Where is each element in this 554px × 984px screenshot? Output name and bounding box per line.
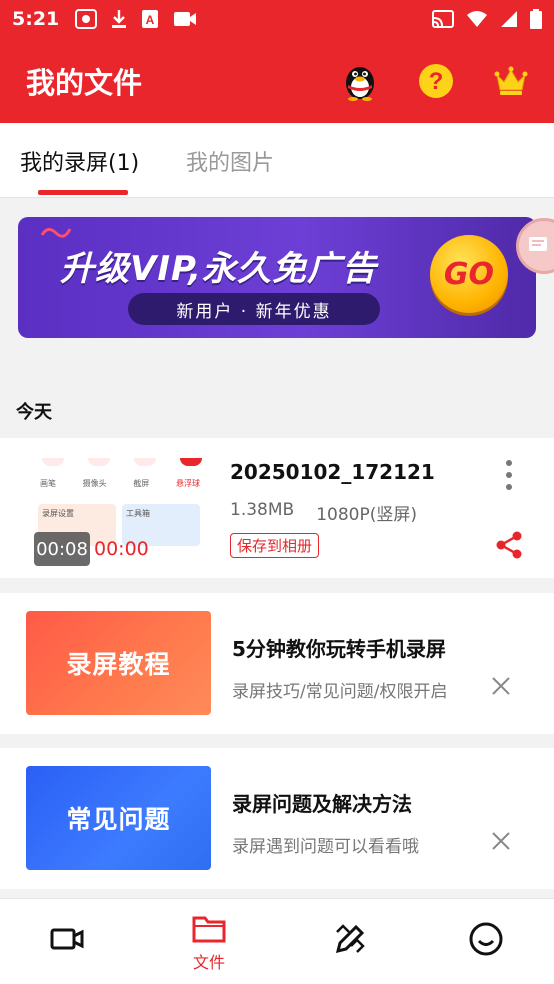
nav-profile[interactable] [456,911,516,977]
faq-card[interactable]: 常见问题 录屏问题及解决方法 录屏遇到问题可以看看哦 [0,748,554,889]
svg-text:?: ? [429,68,444,95]
record-icon [75,9,98,29]
a-icon: A [142,10,159,28]
nav-files-label: 文件 [192,953,225,972]
help-icon[interactable]: ? [418,63,454,99]
recording-timer: 00:00 [94,538,149,560]
tutorial-subtitle: 录屏技巧/常见问题/权限开启 [232,682,448,702]
vip-banner[interactable]: 升级VIP,永久免广告 新用户 · 新年优惠 GO [18,217,536,338]
recording-duration: 00:08 [34,532,90,566]
floating-ball[interactable] [516,218,554,274]
nav-tools[interactable] [320,911,380,977]
share-icon[interactable] [494,530,524,560]
save-to-album-button[interactable]: 保存到相册 [230,533,320,558]
status-icons: A [75,9,197,29]
qq-penguin-icon[interactable] [342,61,378,101]
recording-card[interactable]: 画笔 摄像头 截屏 悬浮球 录屏设置 工具箱 00:08 00:00 20250… [0,438,554,578]
banner-subtitle: 新用户 · 新年优惠 [128,293,380,325]
wifi-icon [467,11,487,27]
page-title: 我的文件 [26,65,143,100]
edit-tools-icon [335,924,365,954]
tab-my-images[interactable]: 我的图片 [186,145,274,177]
close-icon[interactable] [490,830,512,852]
faq-image: 常见问题 [26,766,211,870]
more-options-icon[interactable] [498,460,520,490]
floating-ball-icon [529,237,547,251]
crown-icon[interactable] [494,66,528,96]
video-camera-icon [50,928,84,950]
smile-icon [469,922,503,956]
battery-icon [530,9,542,29]
recording-thumbnail[interactable]: 画笔 摄像头 截屏 悬浮球 录屏设置 工具箱 00:08 00:00 [30,452,202,566]
signal-icon [501,11,517,27]
recording-resolution: 1080P(竖屏) [316,505,417,525]
close-icon[interactable] [490,675,512,697]
cast-icon [432,10,454,28]
app-bar: 我的文件 ? [0,38,554,123]
tutorial-card[interactable]: 录屏教程 5分钟教你玩转手机录屏 录屏技巧/常见问题/权限开启 [0,593,554,734]
thumb-labels: 画笔 摄像头 截屏 悬浮球 [40,479,200,488]
status-bar: 5:21 A [0,0,554,38]
faq-title: 录屏问题及解决方法 [232,792,412,816]
thumb-tool-icons [42,458,202,472]
tab-bar: 我的录屏(1) 我的图片 [0,123,554,198]
status-time: 5:21 [12,8,60,30]
tutorial-image: 录屏教程 [26,611,211,715]
faq-subtitle: 录屏遇到问题可以看看哦 [232,837,419,857]
nav-files[interactable]: 文件 [179,911,239,977]
nav-record[interactable] [37,911,97,977]
banner-go-button[interactable]: GO [430,235,508,313]
folder-icon [192,916,226,943]
section-label-today: 今天 [16,402,52,423]
banner-title: 升级VIP,永久免广告 [60,249,378,289]
recording-meta: 1.38MB 1080P(竖屏) [230,500,417,525]
app-actions: ? [342,61,528,101]
tab-my-recordings[interactable]: 我的录屏(1) [20,145,139,177]
tutorial-title: 5分钟教你玩转手机录屏 [232,637,446,661]
bottom-nav: 文件 [0,898,554,984]
tab-active-indicator [38,190,128,195]
download-icon [112,10,127,28]
video-icon [174,12,197,26]
svg-text:A: A [146,13,155,27]
recording-size: 1.38MB [230,500,295,520]
status-right-icons [432,9,542,29]
recording-filename: 20250102_172121 [230,460,435,484]
